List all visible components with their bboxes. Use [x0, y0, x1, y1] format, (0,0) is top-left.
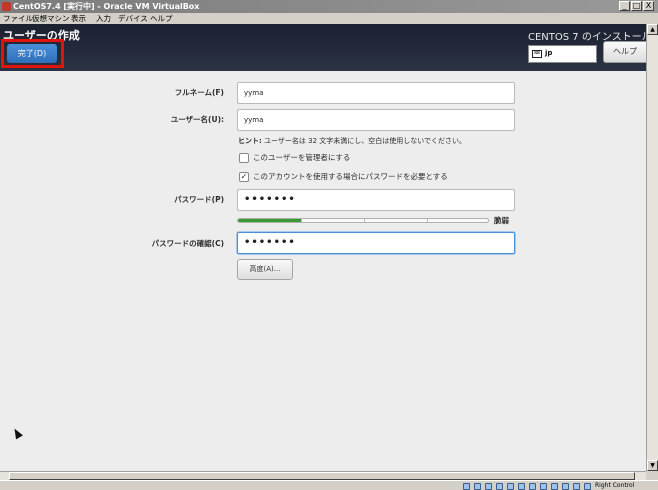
horizontal-scroll-thumb[interactable]	[9, 472, 635, 480]
strength-divider	[364, 219, 365, 222]
host-key-label: Right Control	[595, 482, 635, 489]
hard-disk-icon[interactable]	[463, 483, 470, 490]
admin-checkbox-label: このユーザーを管理者にする	[253, 153, 351, 162]
mouse-integration-icon[interactable]	[562, 483, 569, 490]
video-capture-icon[interactable]	[540, 483, 547, 490]
password-strength-label: 脆弱	[494, 216, 509, 225]
password-strength-fill	[238, 219, 301, 222]
confirm-password-field[interactable]: •••••••	[237, 232, 515, 254]
scroll-down-icon[interactable]: ▼	[647, 460, 658, 471]
keyboard-capture-icon[interactable]	[573, 483, 580, 490]
done-button[interactable]: 完了(D)	[7, 44, 57, 63]
hint-prefix: ヒント:	[238, 137, 262, 145]
strength-divider	[301, 219, 302, 222]
hint-text: ユーザー名は 32 文字未満にし、空白は使用しないでください。	[264, 137, 467, 145]
menu-devices[interactable]: デバイス	[118, 13, 148, 24]
password-field[interactable]: •••••••	[237, 189, 515, 211]
installer-header: ユーザーの作成 完了(D) CENTOS 7 のインストール ⌨ jp ヘルプ	[0, 24, 646, 71]
done-button-highlight: 完了(D)	[1, 39, 64, 68]
password-strength-bar	[237, 218, 489, 223]
strength-divider	[427, 219, 428, 222]
keyboard-layout-label: jp	[545, 49, 553, 57]
fullname-field[interactable]: yyma	[237, 82, 515, 104]
display-icon[interactable]	[529, 483, 536, 490]
fullname-label: フルネーム(F)	[174, 88, 224, 97]
audio-icon[interactable]	[485, 483, 492, 490]
optical-drive-icon[interactable]	[474, 483, 481, 490]
shared-folder-icon[interactable]	[518, 483, 525, 490]
require-password-checkbox[interactable]: ✓	[239, 172, 249, 182]
close-button[interactable]: X	[643, 1, 654, 11]
advanced-button[interactable]: 高度(A)...	[237, 259, 293, 280]
horizontal-scrollbar[interactable]	[0, 471, 646, 480]
mouse-cursor-icon	[11, 426, 23, 440]
help-button[interactable]: ヘルプ	[603, 41, 646, 63]
window-title: CentOS7.4 [実行中] - Oracle VM VirtualBox	[13, 2, 200, 11]
window-title-bar: CentOS7.4 [実行中] - Oracle VM VirtualBox _…	[0, 0, 658, 13]
virtualbox-window: CentOS7.4 [実行中] - Oracle VM VirtualBox _…	[0, 0, 658, 490]
username-field[interactable]: yyma	[237, 109, 515, 131]
virtualbox-app-icon	[2, 2, 11, 11]
maximize-button[interactable]: □	[631, 1, 642, 11]
usb-icon[interactable]	[507, 483, 514, 490]
cpu-icon[interactable]	[551, 483, 558, 490]
scroll-up-icon[interactable]: ▲	[647, 24, 658, 35]
menu-help[interactable]: ヘルプ	[150, 13, 173, 24]
menu-bar: ファイル 仮想マシン 表示 入力 デバイス ヘルプ	[0, 13, 658, 24]
confirm-password-label: パスワードの確認(C)	[151, 239, 224, 248]
keyboard-layout-indicator[interactable]: ⌨ jp	[528, 45, 597, 63]
menu-input[interactable]: 入力	[96, 13, 111, 24]
require-password-checkbox-label: このアカウントを使用する場合にパスワードを必要とする	[253, 172, 448, 181]
admin-checkbox[interactable]	[239, 153, 249, 163]
menu-machine[interactable]: 仮想マシン	[32, 13, 70, 24]
vertical-scrollbar[interactable]: ▲ ▼	[646, 24, 658, 471]
password-label: パスワード(P)	[174, 195, 224, 204]
status-bar: Right Control	[0, 480, 658, 490]
menu-file[interactable]: ファイル	[3, 13, 33, 24]
network-icon[interactable]	[496, 483, 503, 490]
keyboard-icon: ⌨	[532, 50, 542, 58]
username-label: ユーザー名(U):	[170, 115, 224, 124]
minimize-button[interactable]: _	[619, 1, 630, 11]
guest-screen: ユーザーの作成 完了(D) CENTOS 7 のインストール ⌨ jp ヘルプ …	[0, 24, 646, 471]
menu-view[interactable]: 表示	[71, 13, 86, 24]
arrow-icon[interactable]	[584, 483, 591, 490]
username-hint: ヒント: ユーザー名は 32 文字未満にし、空白は使用しないでください。	[238, 136, 466, 146]
